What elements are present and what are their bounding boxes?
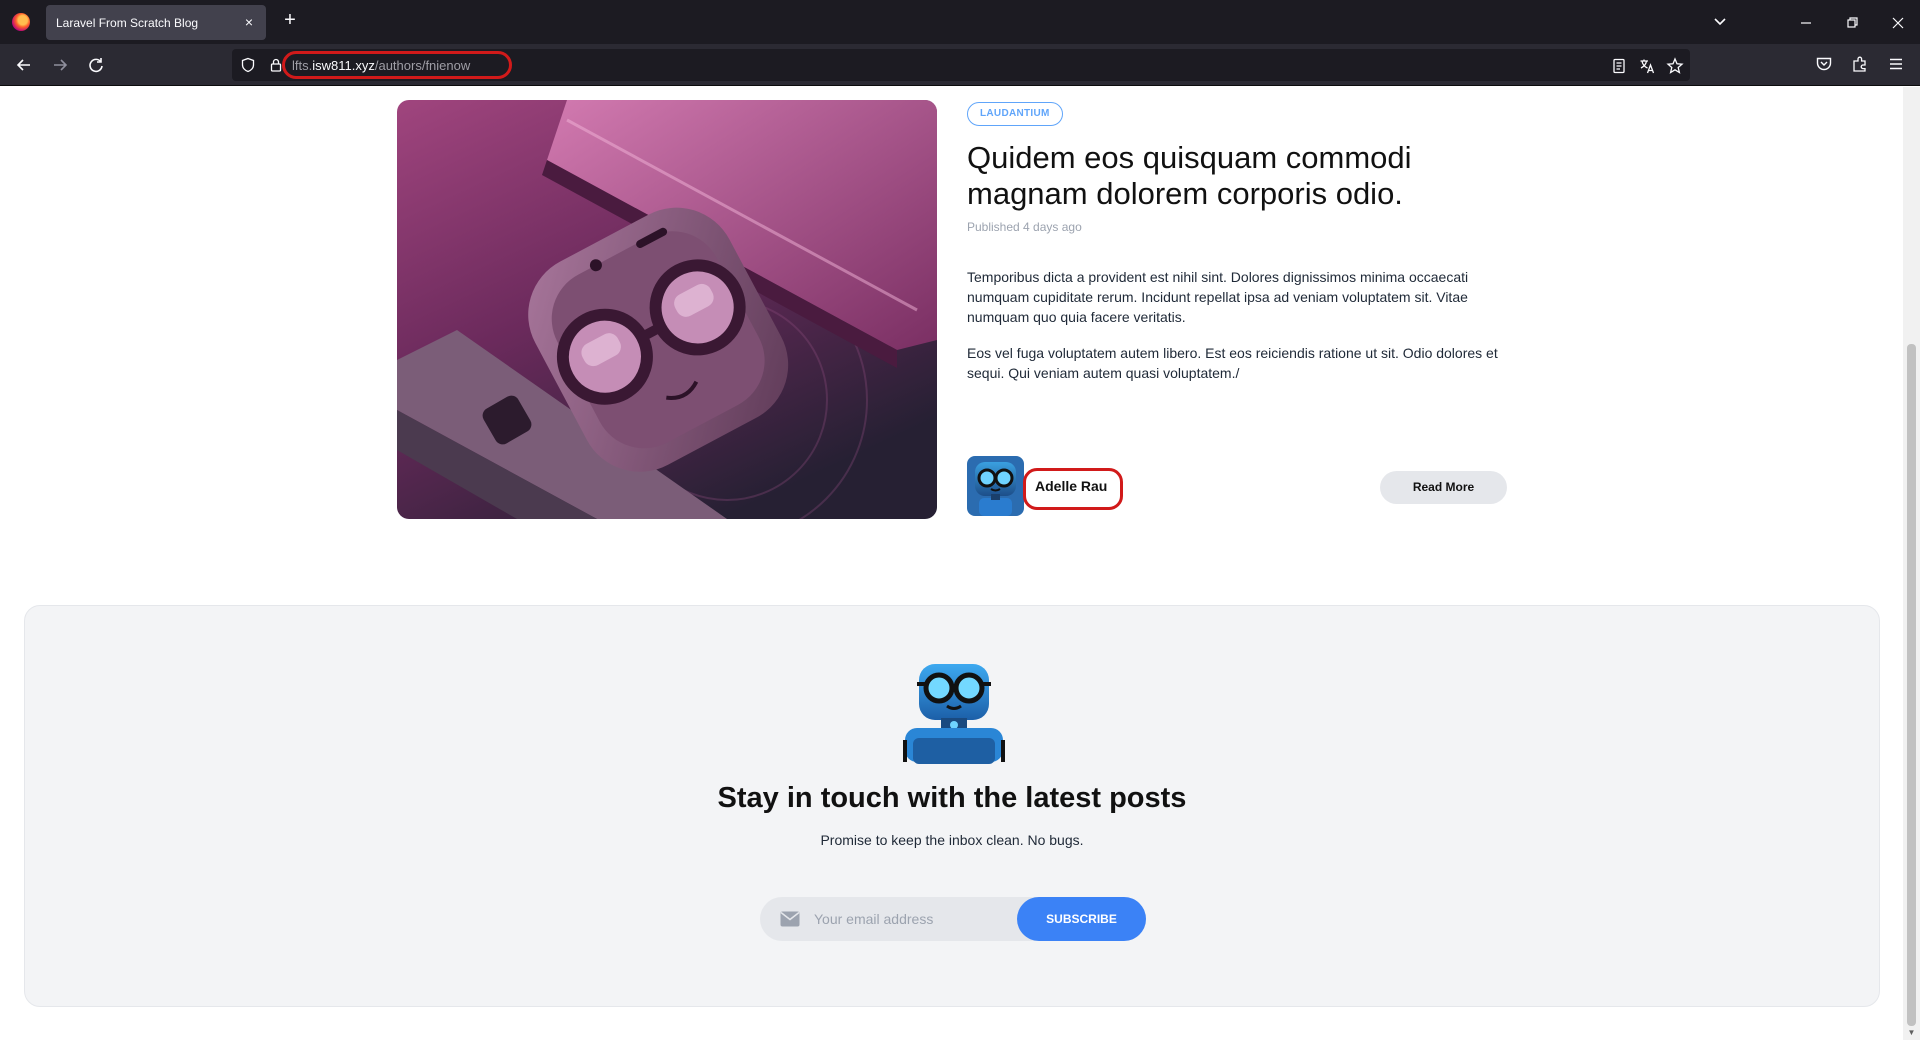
category-badge[interactable]: LAUDANTIUM bbox=[967, 102, 1063, 126]
tracking-protection-shield-icon[interactable] bbox=[240, 57, 256, 73]
forward-arrow-icon[interactable] bbox=[48, 53, 72, 77]
reader-view-icon[interactable] bbox=[1610, 57, 1628, 75]
extensions-puzzle-icon[interactable] bbox=[1850, 54, 1870, 74]
browser-nav-bar: lfts.isw811.xyz/authors/fnienow bbox=[0, 44, 1920, 86]
back-arrow-icon[interactable] bbox=[12, 53, 36, 77]
newsletter-form: SUBSCRIBE bbox=[760, 897, 1146, 941]
url-path: /authors/fnienow bbox=[374, 58, 471, 73]
minimize-window-icon[interactable] bbox=[1794, 11, 1818, 35]
translate-icon[interactable] bbox=[1638, 57, 1656, 75]
excerpt-paragraph: Eos vel fuga voluptatem autem libero. Es… bbox=[967, 345, 1498, 381]
published-ago: 4 days ago bbox=[1023, 220, 1082, 234]
tab-title: Laravel From Scratch Blog bbox=[56, 16, 199, 30]
url-domain: isw811.xyz bbox=[312, 58, 375, 73]
mail-icon bbox=[780, 911, 800, 927]
reload-icon[interactable] bbox=[84, 53, 108, 77]
read-more-button[interactable]: Read More bbox=[1380, 471, 1507, 504]
browser-tab-active[interactable]: Laravel From Scratch Blog × bbox=[46, 5, 266, 40]
excerpt-paragraph: Temporibus dicta a provident est nihil s… bbox=[967, 269, 1469, 325]
scroll-down-arrow-icon[interactable]: ▼ bbox=[1907, 1029, 1916, 1037]
newsletter-section: Stay in touch with the latest posts Prom… bbox=[24, 605, 1880, 1007]
new-tab-button[interactable]: + bbox=[278, 9, 302, 33]
page-scrollbar[interactable]: ▼ bbox=[1903, 87, 1920, 1040]
tab-close-icon[interactable]: × bbox=[240, 13, 258, 31]
browser-tab-bar: Laravel From Scratch Blog × + bbox=[0, 0, 1920, 44]
author-name-link[interactable]: Adelle Rau bbox=[1035, 478, 1107, 494]
robot-avatar-image bbox=[967, 456, 1024, 516]
robot-glasses-illustration bbox=[397, 100, 937, 519]
url-bar[interactable]: lfts.isw811.xyz/authors/fnienow bbox=[232, 49, 1690, 81]
post-title[interactable]: Quidem eos quisquam commodi magnam dolor… bbox=[967, 140, 1487, 212]
page-content: LAUDANTIUM Quidem eos quisquam commodi m… bbox=[0, 87, 1903, 1040]
published-prefix: Published bbox=[967, 220, 1024, 234]
newsletter-robot-illustration bbox=[903, 664, 1005, 764]
firefox-logo-icon bbox=[12, 13, 30, 31]
url-subdomain: lfts. bbox=[292, 58, 313, 73]
lock-icon[interactable] bbox=[268, 57, 284, 73]
email-input[interactable] bbox=[814, 909, 984, 929]
bookmark-star-icon[interactable] bbox=[1666, 57, 1684, 75]
pocket-icon[interactable] bbox=[1814, 54, 1834, 74]
newsletter-subheading: Promise to keep the inbox clean. No bugs… bbox=[820, 832, 1084, 848]
close-window-icon[interactable] bbox=[1886, 11, 1910, 35]
post-published-date: Published 4 days ago bbox=[967, 220, 1082, 234]
app-menu-hamburger-icon[interactable] bbox=[1886, 54, 1906, 74]
author-avatar[interactable] bbox=[967, 456, 1024, 516]
list-all-tabs-icon[interactable] bbox=[1710, 12, 1730, 32]
post-excerpt: Temporibus dicta a provident est nihil s… bbox=[967, 267, 1507, 399]
url-text[interactable]: lfts.isw811.xyz/authors/fnienow bbox=[292, 58, 470, 73]
restore-window-icon[interactable] bbox=[1840, 11, 1864, 35]
newsletter-heading: Stay in touch with the latest posts bbox=[717, 782, 1187, 814]
post-thumbnail-image[interactable] bbox=[397, 100, 937, 519]
subscribe-button[interactable]: SUBSCRIBE bbox=[1017, 897, 1146, 941]
scrollbar-thumb[interactable] bbox=[1907, 344, 1916, 1026]
